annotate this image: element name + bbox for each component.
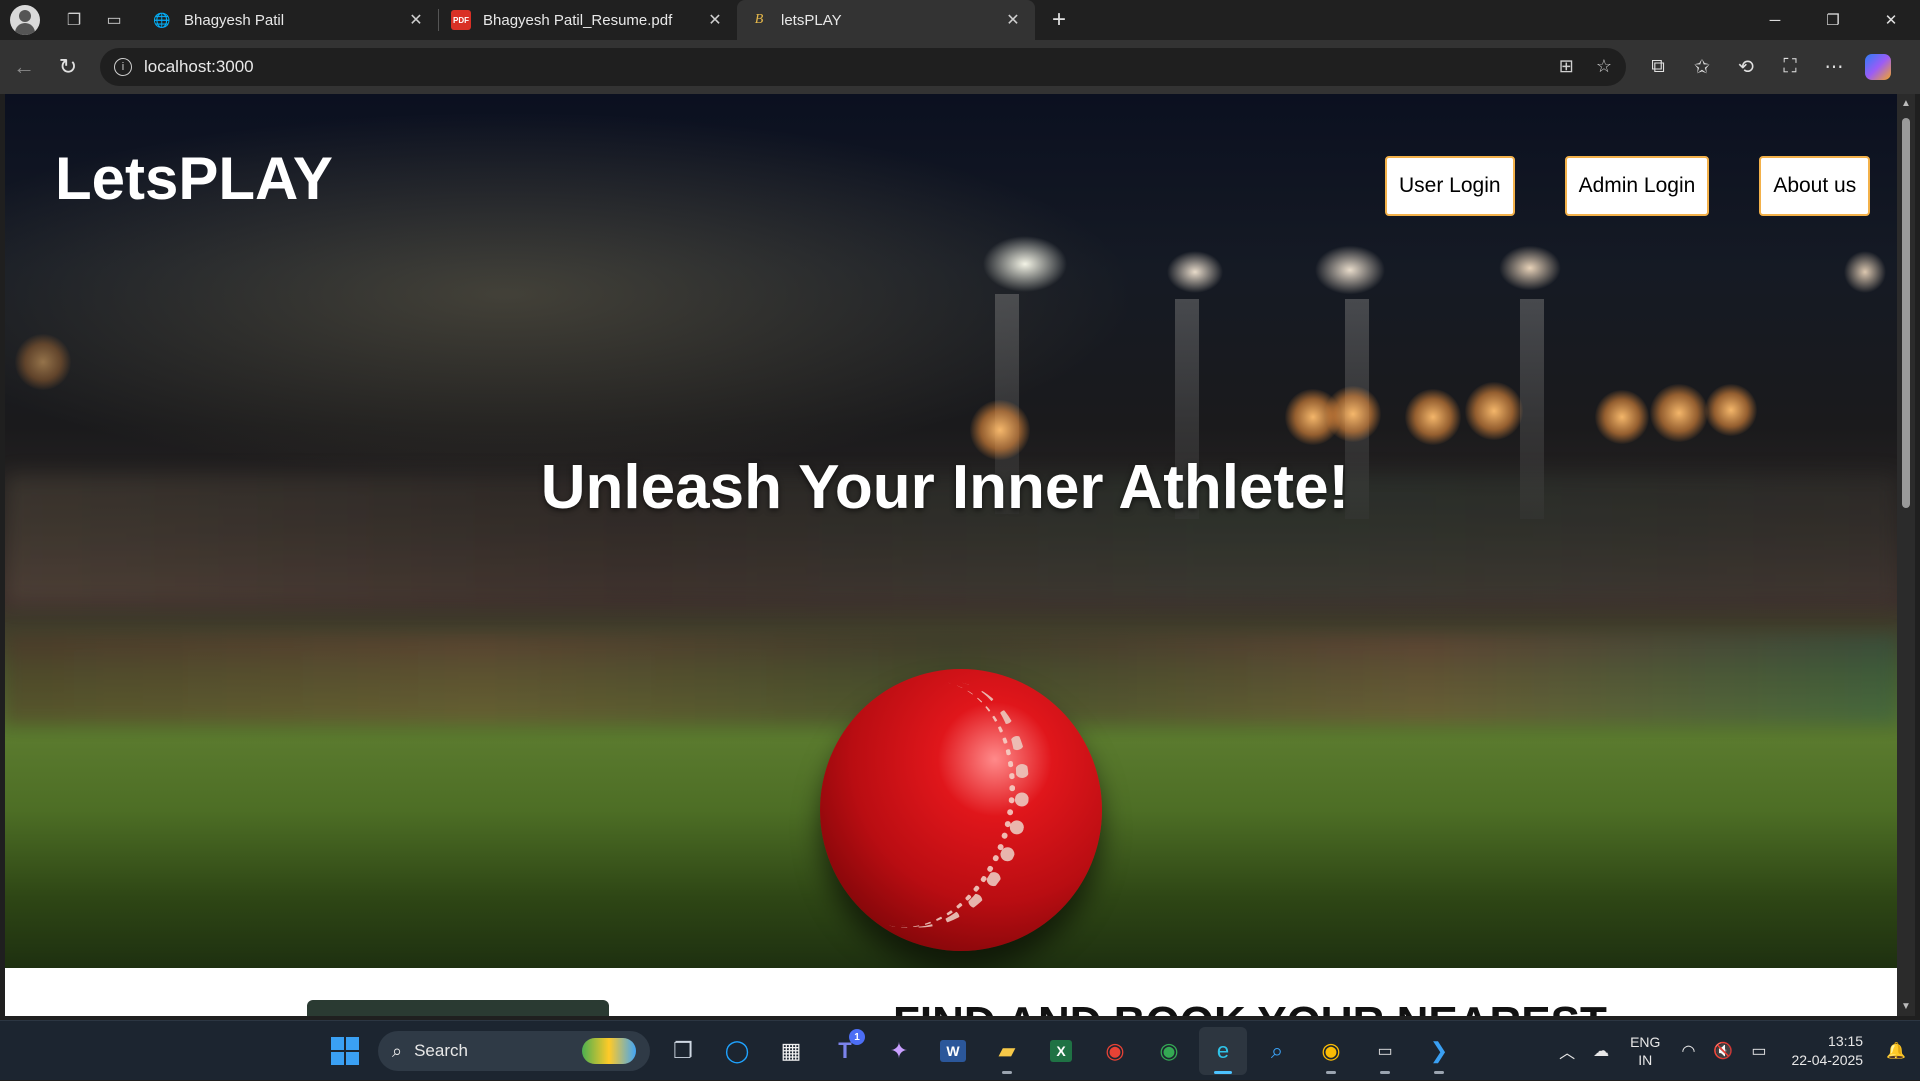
chrome-profile-icon[interactable]: ◉ [1091,1027,1139,1075]
floodlight-glow [970,400,1030,460]
about-us-button[interactable]: About us [1759,156,1871,216]
extensions-icon[interactable]: ⧉ [1636,45,1680,89]
top-nav: User Login Admin Login About us [1385,156,1871,216]
task-view-icon[interactable]: ❐ [659,1027,707,1075]
scroll-down-icon[interactable]: ▼ [1901,1001,1911,1012]
notifications-icon[interactable]: 🔔 [1886,1041,1906,1061]
floodlight-glow [1705,384,1757,436]
copilot-icon[interactable] [1865,54,1891,80]
taskbar-search[interactable]: ⌕ Search [378,1031,650,1071]
search-app-icon[interactable]: ⌕ [1253,1027,1301,1075]
volume-muted-icon[interactable]: 🔇 [1713,1041,1733,1061]
new-tab-button[interactable]: + [1039,0,1079,40]
reload-button[interactable]: ↻ [46,45,90,89]
admin-login-button[interactable]: Admin Login [1564,156,1710,216]
teams-icon[interactable]: T 1 [821,1027,869,1075]
teams-badge: 1 [849,1029,865,1045]
minimize-icon[interactable]: ─ [1746,0,1804,40]
search-icon: ⌕ [392,1040,403,1061]
copilot-app-icon[interactable]: ✦ [875,1027,923,1075]
start-button[interactable] [321,1027,369,1075]
file-explorer-icon[interactable]: ▰ [983,1027,1031,1075]
profile-avatar[interactable] [10,5,40,35]
language-code: ENG [1630,1034,1661,1050]
address-text: localhost:3000 [144,57,254,76]
favorites-icon[interactable]: ✩ [1680,45,1724,89]
app-available-icon[interactable]: ⊞ [1559,56,1574,77]
scroll-up-icon[interactable]: ▲ [1901,98,1911,109]
search-label: Search [414,1041,468,1060]
clock-time: 13:15 [1828,1033,1864,1049]
close-window-icon[interactable]: ✕ [1862,0,1920,40]
vscode-icon[interactable]: ❯ [1415,1027,1463,1075]
tab-actions-icon[interactable]: ▭ [94,0,134,40]
brand-b-icon: B [754,12,764,27]
toolbar-icons: ⧉ ✩ ⟲ ⛶ ⋯ [1636,45,1900,89]
windows-taskbar: ⌕ Search ❐ ◯ ▦ T 1 ✦ W ▰ X ◉ ◉ e ⌕ ◉ ▭ ❯… [0,1020,1920,1080]
page-viewport: LetsPLAY User Login Admin Login About us… [5,94,1897,1016]
globe-icon: 🌐 [153,11,171,28]
floodlight-glow [1405,389,1461,445]
favorite-star-icon[interactable]: ☆ [1596,56,1612,77]
browser-toolbar: ← ↻ i localhost:3000 ⊞ ☆ ⧉ ✩ ⟲ ⛶ ⋯ [0,40,1920,94]
back-button[interactable]: ← [2,45,46,89]
tab-title: Bhagyesh Patil [184,11,285,29]
language-region: IN [1638,1052,1653,1068]
system-tray: ︿ ☁ ENG IN ◠ 🔇 ▭ 13:15 22-04-2025 🔔 [1550,1021,1920,1081]
venue-image [307,1000,609,1016]
language-indicator[interactable]: ENG IN [1630,1033,1660,1069]
workspaces-icon[interactable]: ❐ [54,0,94,40]
site-info-icon[interactable]: i [114,58,132,76]
pdf-icon: PDF [451,10,471,30]
hero-section: LetsPLAY User Login Admin Login About us… [5,94,1897,968]
tab-title: Bhagyesh Patil_Resume.pdf [483,11,673,29]
hero-title: Unleash Your Inner Athlete! [540,453,1350,522]
tab-title: letsPLAY [781,11,842,29]
cortana-icon[interactable]: ◯ [713,1027,761,1075]
windows-logo-icon [331,1037,359,1065]
window-controls: ─ ❐ ✕ [1746,0,1920,40]
browser-tab-bar: ❐ ▭ 🌐 Bhagyesh Patil ✕ PDF Bhagyesh Pati… [0,0,1920,40]
history-icon[interactable]: ⟲ [1724,45,1768,89]
restore-icon[interactable]: ❐ [1804,0,1862,40]
section-title: FIND AND BOOK YOUR NEAREST [893,998,1607,1016]
page-scrollbar[interactable]: ▲ ▼ [1897,94,1915,1016]
booking-section: FIND AND BOOK YOUR NEAREST [5,968,1897,1016]
brand-logo[interactable]: LetsPLAY [55,144,333,213]
clock[interactable]: 13:15 22-04-2025 [1791,1032,1863,1070]
floodlight-glow [1465,382,1523,440]
address-bar[interactable]: i localhost:3000 ⊞ ☆ [100,48,1626,86]
clock-date: 22-04-2025 [1791,1052,1864,1068]
battery-icon[interactable]: ▭ [1751,1041,1766,1061]
screenshot-icon[interactable]: ⛶ [1768,45,1812,89]
close-tab-icon[interactable]: ✕ [406,10,426,30]
close-tab-icon[interactable]: ✕ [705,10,725,30]
tab-resume-pdf[interactable]: PDF Bhagyesh Patil_Resume.pdf ✕ [439,0,737,40]
floodlight-glow [1595,390,1649,444]
user-login-button[interactable]: User Login [1385,156,1515,216]
search-highlight-image [582,1038,636,1064]
chrome-second-icon[interactable]: ◉ [1307,1027,1355,1075]
chrome-icon[interactable]: ◉ [1145,1027,1193,1075]
floodlight-glow [1650,384,1708,442]
terminal-icon[interactable]: ▭ [1361,1027,1409,1075]
onedrive-icon[interactable]: ☁ [1593,1041,1609,1061]
scrollbar-thumb[interactable] [1902,118,1910,508]
close-tab-icon[interactable]: ✕ [1003,10,1023,30]
floodlight-glow [1325,386,1381,442]
edge-icon[interactable]: e [1199,1027,1247,1075]
tab-letsplay[interactable]: B letsPLAY ✕ [737,0,1035,40]
wifi-icon[interactable]: ◠ [1681,1041,1695,1061]
word-icon[interactable]: W [929,1027,977,1075]
excel-icon[interactable]: X [1037,1027,1085,1075]
tab-bhagyesh-patil[interactable]: 🌐 Bhagyesh Patil ✕ [140,0,438,40]
microsoft-store-icon[interactable]: ▦ [767,1027,815,1075]
more-menu-icon[interactable]: ⋯ [1812,45,1856,89]
show-hidden-icons[interactable]: ︿ [1559,1039,1575,1063]
floodlight-glow [15,334,71,390]
